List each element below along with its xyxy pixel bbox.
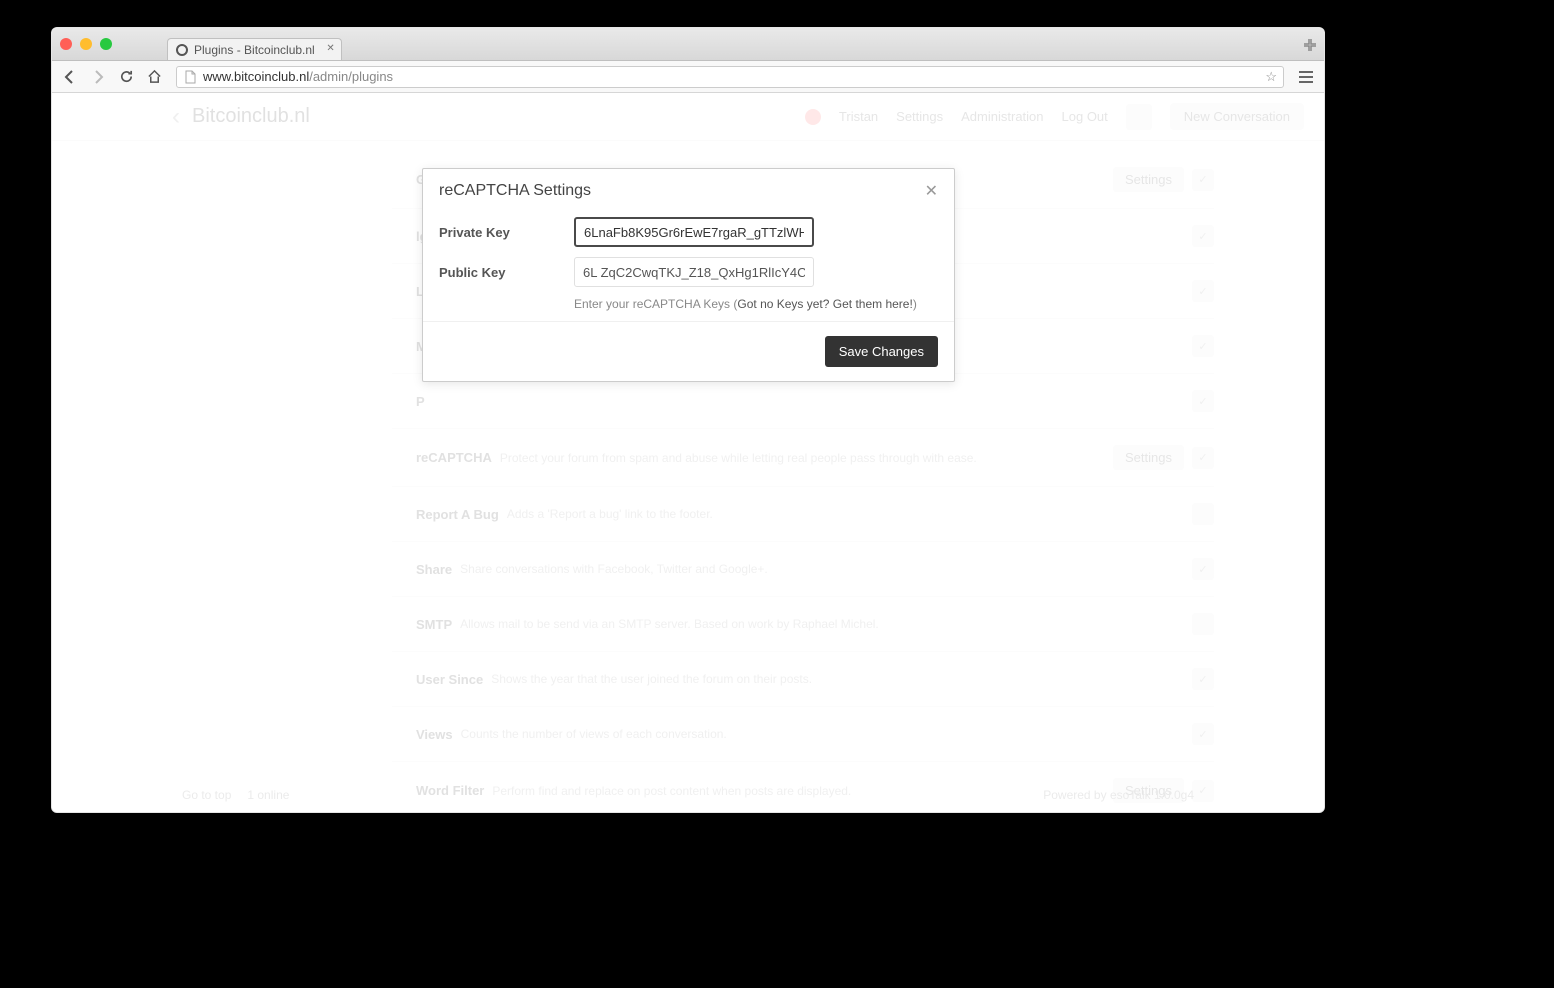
tab-close-icon[interactable]: ✕ [326, 43, 334, 54]
public-key-input[interactable] [574, 257, 814, 287]
browser-toolbar: www.bitcoinclub.nl/admin/plugins ☆ [52, 61, 1324, 93]
public-key-label: Public Key [439, 265, 574, 280]
modal-footer: Save Changes [423, 321, 954, 381]
modal-close-button[interactable]: ✕ [925, 181, 938, 201]
modal-body: Private Key Public Key Enter your reCAPT… [423, 213, 954, 321]
modal-header: reCAPTCHA Settings ✕ [423, 169, 954, 213]
page-viewport: ‹ Bitcoinclub.nl Tristan Settings Admini… [52, 93, 1324, 812]
browser-menu-button[interactable] [1294, 65, 1318, 89]
window-minimize-button[interactable] [80, 38, 92, 50]
hint-text-suffix: ) [913, 297, 917, 311]
recaptcha-settings-modal: reCAPTCHA Settings ✕ Private Key Public … [422, 168, 955, 382]
nav-reload-button[interactable] [114, 65, 138, 89]
tab-favicon [176, 44, 188, 56]
bookmark-star-icon[interactable]: ☆ [1265, 69, 1277, 85]
browser-window: Plugins - Bitcoinclub.nl ✕ www.bitcoincl… [51, 27, 1325, 813]
page-icon [183, 70, 197, 84]
window-close-button[interactable] [60, 38, 72, 50]
mac-titlebar: Plugins - Bitcoinclub.nl ✕ [52, 28, 1324, 61]
url-bar[interactable]: www.bitcoinclub.nl/admin/plugins ☆ [176, 66, 1284, 88]
url-domain: www.bitcoinclub.nl [203, 69, 309, 84]
traffic-lights [60, 38, 112, 50]
nav-home-button[interactable] [142, 65, 166, 89]
key-hint: Enter your reCAPTCHA Keys (Got no Keys y… [439, 297, 938, 311]
save-changes-button[interactable]: Save Changes [825, 336, 938, 367]
modal-title: reCAPTCHA Settings [439, 182, 591, 200]
tab-title: Plugins - Bitcoinclub.nl [194, 43, 315, 57]
nav-back-button[interactable] [58, 65, 82, 89]
browser-tab[interactable]: Plugins - Bitcoinclub.nl ✕ [167, 38, 342, 60]
private-key-label: Private Key [439, 225, 574, 240]
window-expand-icon[interactable] [1304, 38, 1316, 50]
private-key-input[interactable] [574, 217, 814, 247]
url-path: /admin/plugins [309, 69, 393, 84]
window-zoom-button[interactable] [100, 38, 112, 50]
get-keys-link[interactable]: Got no Keys yet? Get them here! [737, 297, 912, 311]
nav-forward-button[interactable] [86, 65, 110, 89]
hint-text-prefix: Enter your reCAPTCHA Keys ( [574, 297, 737, 311]
